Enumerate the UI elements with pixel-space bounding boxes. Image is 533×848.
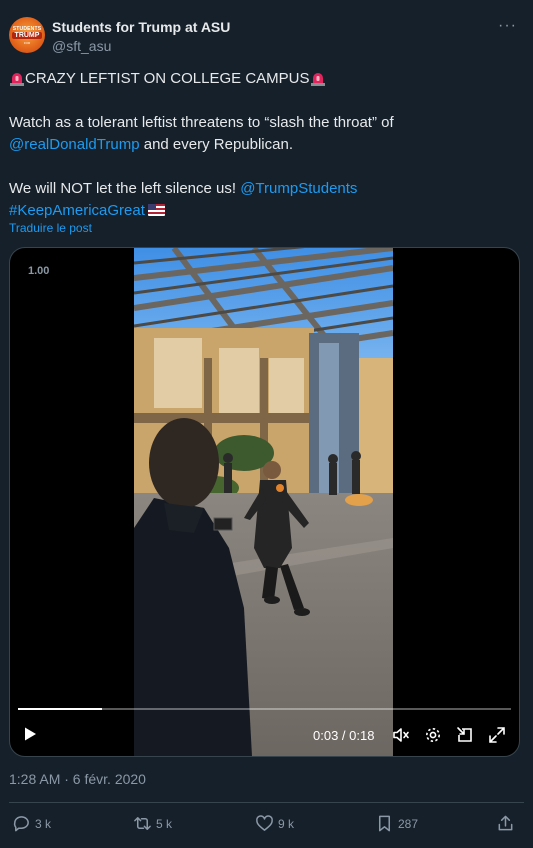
author-handle[interactable]: @sft_asu (52, 38, 111, 54)
siren-icon (310, 73, 325, 86)
ellipsis-icon[interactable]: ··· (498, 17, 517, 35)
pip-icon[interactable] (456, 726, 474, 744)
tweet-headline: CRAZY LEFTIST ON COLLEGE CAMPUS (25, 70, 310, 87)
us-flag-icon (147, 204, 165, 216)
hashtag-link[interactable]: #KeepAmericaGreat (9, 202, 145, 219)
repost-icon (134, 817, 151, 830)
translate-link[interactable]: Traduire le post (9, 221, 92, 235)
video-time: 0:03 / 0:18 (313, 728, 375, 743)
tweet-line-1: CRAZY LEFTIST ON COLLEGE CAMPUS (9, 68, 514, 90)
post-timestamp[interactable]: 1:28 AM · 6 févr. 2020 (9, 771, 146, 787)
reply-count: 3 k (35, 816, 52, 831)
settings-icon[interactable] (424, 726, 442, 744)
tweet-text: CRAZY LEFTIST ON COLLEGE CAMPUS Watch as… (9, 68, 514, 222)
mention-link[interactable]: @TrumpStudents (240, 180, 357, 197)
author-name[interactable]: Students for Trump at ASU (52, 19, 230, 35)
mention-link[interactable]: @realDonaldTrump (9, 136, 140, 153)
like-button[interactable]: 9 k (255, 814, 294, 833)
tweet-line-3: We will NOT let the left silence us! @Tr… (9, 178, 514, 222)
reply-button[interactable]: 3 k (12, 814, 51, 833)
divider (9, 802, 524, 803)
share-icon (498, 815, 513, 831)
action-bar: 3 k 5 k 9 k 287 (9, 814, 524, 838)
repost-count: 5 k (156, 816, 173, 831)
tweet-line-2: Watch as a tolerant leftist threatens to… (9, 112, 514, 156)
reply-icon (13, 816, 29, 832)
avatar-text-bottom: FOR (23, 41, 31, 45)
video-progress-bar[interactable] (18, 708, 511, 710)
tweet-body-text: and every Republican. (139, 136, 293, 153)
avatar[interactable]: STUDENTS TRUMP FOR (9, 17, 45, 53)
bookmark-icon (378, 815, 391, 832)
video-player[interactable]: 1.00 0:03 / 0:18 (9, 247, 520, 757)
playback-speed: 1.00 (28, 265, 50, 277)
heart-icon (256, 815, 273, 831)
repost-button[interactable]: 5 k (133, 814, 172, 833)
video-progress-fill (18, 708, 102, 710)
tweet-header: STUDENTS TRUMP FOR Students for Trump at… (9, 14, 523, 58)
video-frame-illustration (134, 248, 393, 756)
siren-icon (10, 73, 24, 86)
avatar-text-main: TRUMP (12, 32, 42, 39)
mute-icon[interactable] (392, 726, 410, 744)
tweet-body-text: Watch as a tolerant leftist threatens to… (9, 114, 394, 131)
like-count: 9 k (278, 816, 295, 831)
bookmark-count: 287 (398, 816, 419, 831)
play-icon[interactable] (22, 726, 38, 742)
fullscreen-icon[interactable] (488, 726, 506, 744)
tweet-body-text: We will NOT let the left silence us! (9, 180, 241, 197)
bookmark-button[interactable]: 287 (375, 814, 418, 833)
video-frame[interactable] (134, 248, 393, 756)
share-button[interactable] (496, 814, 515, 833)
